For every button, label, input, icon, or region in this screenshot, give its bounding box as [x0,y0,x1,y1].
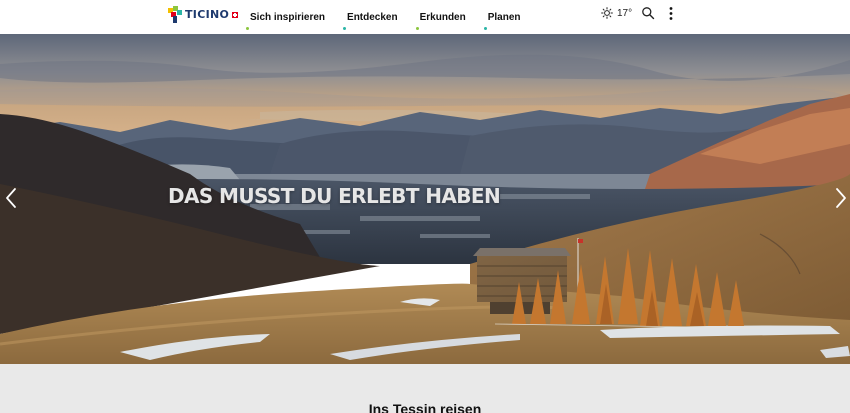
hero-title: DAS MUSST DU ERLEBT HABEN [168,184,501,208]
ticino-logo[interactable]: TICINO [168,6,239,23]
page: TICINO Sich inspirieren Entdecken Erkund… [0,0,850,413]
nav-dot [246,26,249,30]
nav-item-label: Entdecken [347,11,398,23]
nav-dot [343,26,347,30]
nav-item-erkunden[interactable]: Erkunden [414,11,472,30]
sun-icon [601,7,613,19]
hero-slider: DAS MUSST DU ERLEBT HABEN [0,34,850,364]
nav-item-planen[interactable]: Planen [482,11,527,30]
search-icon [642,7,655,20]
nav-item-entdecken[interactable]: Entdecken [341,11,404,30]
main-nav: Sich inspirieren Entdecken Erkunden Plan… [244,0,537,34]
nav-item-label: Planen [487,11,521,23]
more-menu-button[interactable] [666,6,676,21]
search-button[interactable] [641,6,655,20]
next-slide-button[interactable] [832,186,850,210]
site-header: TICINO Sich inspirieren Entdecken Erkund… [0,0,850,34]
nav-item-sich-inspirieren[interactable]: Sich inspirieren [244,11,331,30]
temperature-value: 17° [617,7,633,19]
nav-item-label: Sich inspirieren [250,11,326,23]
travel-section: Ins Tessin reisen [0,364,850,413]
previous-slide-button[interactable] [2,186,20,210]
logo-text: TICINO [185,8,230,21]
swiss-flag-icon [232,11,239,18]
nav-item-label: Erkunden [419,11,466,23]
chevron-right-icon [836,188,846,208]
ticino-logo-mark-icon [168,6,182,23]
chevron-left-icon [6,188,16,208]
nav-dot [415,26,419,30]
more-vertical-icon [669,7,673,20]
weather-widget[interactable]: 17° [601,7,632,19]
nav-dot [483,26,487,30]
section-title: Ins Tessin reisen [368,401,482,413]
